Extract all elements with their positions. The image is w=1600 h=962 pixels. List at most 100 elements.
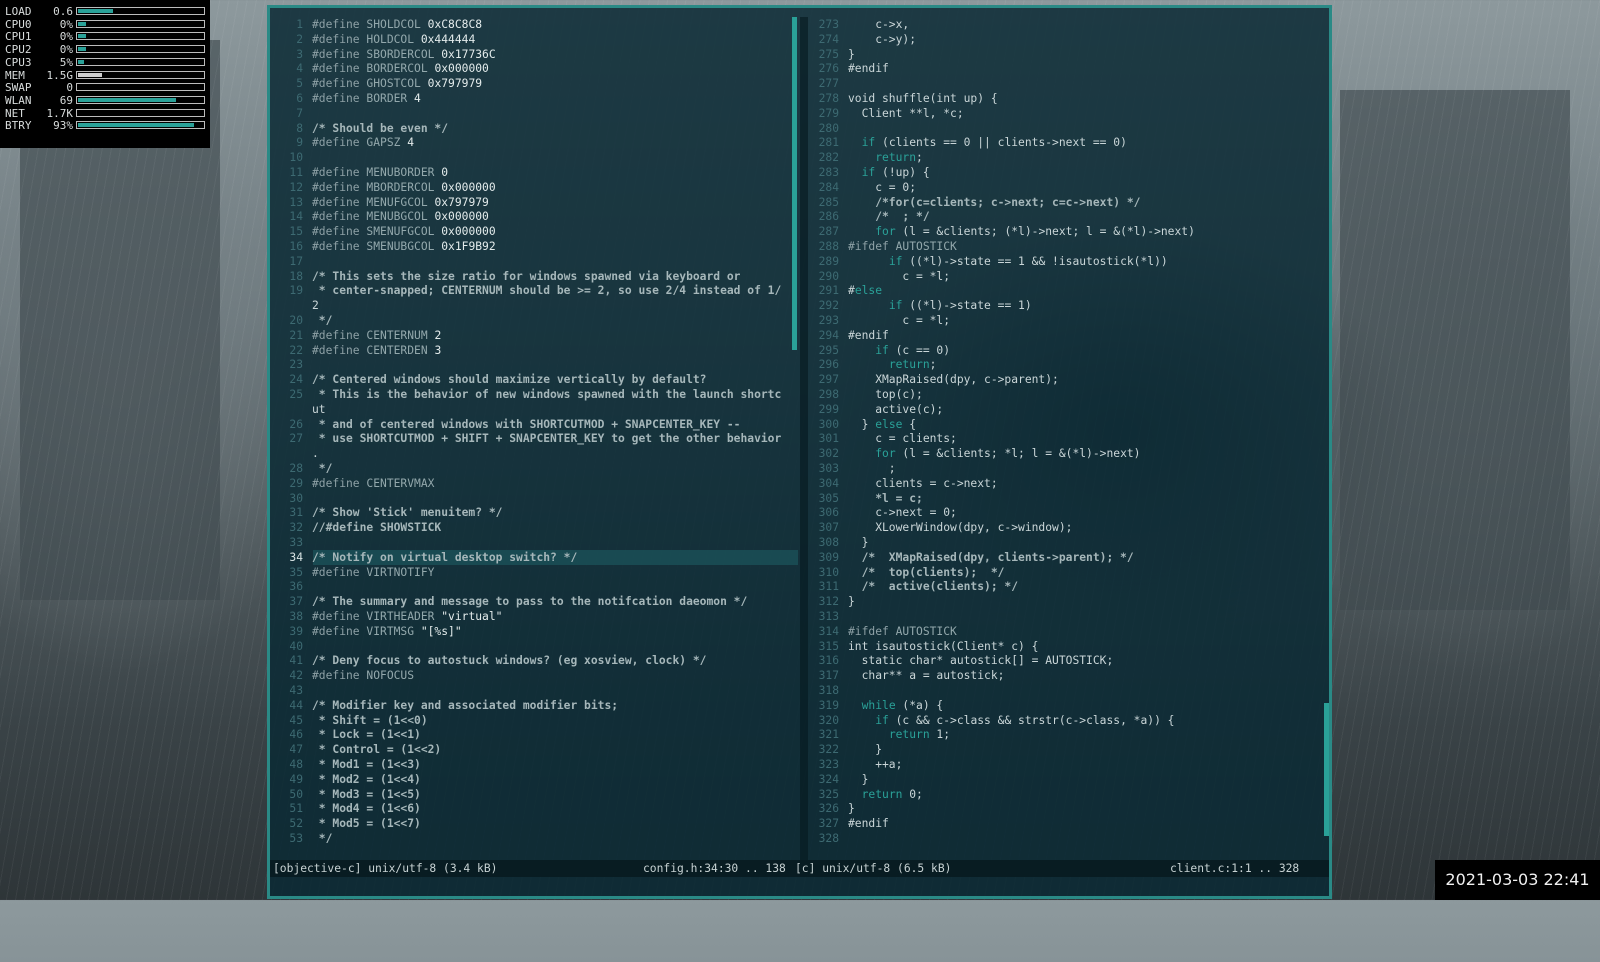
right-scrollbar[interactable] xyxy=(1324,703,1329,836)
left-code-line[interactable]: 38 #define VIRTHEADER "virtual" xyxy=(273,609,502,624)
left-code-line[interactable]: 32 //#define SHOWSTICK xyxy=(273,520,441,535)
right-code-line[interactable]: 320 if (c && c->class && strstr(c->class… xyxy=(809,713,1175,728)
right-code-line[interactable]: 282 return; xyxy=(809,150,923,165)
right-code-line[interactable]: 290 c = *l; xyxy=(809,269,950,284)
right-code-line[interactable]: 315 int isautostick(Client* c) { xyxy=(809,639,1039,654)
right-code-line[interactable]: 304 clients = c->next; xyxy=(809,476,998,491)
right-code-line[interactable]: 328 xyxy=(809,831,848,846)
left-code-line[interactable]: . xyxy=(273,446,319,461)
left-code-line[interactable]: 43 xyxy=(273,683,312,698)
left-code-line[interactable]: 40 xyxy=(273,639,312,654)
left-code-line[interactable]: 51 * Mod4 = (1<<6) xyxy=(273,801,420,816)
right-code-line[interactable]: 318 xyxy=(809,683,848,698)
right-code-line[interactable]: 291 #else xyxy=(809,283,882,298)
right-code-line[interactable]: 279 Client **l, *c; xyxy=(809,106,964,121)
right-code-line[interactable]: 287 for (l = &clients; (*l)->next; l = &… xyxy=(809,224,1195,239)
right-code-line[interactable]: 274 c->y); xyxy=(809,32,916,47)
right-code-line[interactable]: 306 c->next = 0; xyxy=(809,505,957,520)
right-code-line[interactable]: 289 if ((*l)->state == 1 && !isautostick… xyxy=(809,254,1168,269)
right-code-line[interactable]: 325 return 0; xyxy=(809,787,923,802)
right-code-line[interactable]: 327 #endif xyxy=(809,816,889,831)
right-code-line[interactable]: 286 /* ; */ xyxy=(809,209,930,224)
right-code-line[interactable]: 273 c->x, xyxy=(809,17,910,32)
right-code-line[interactable]: 295 if (c == 0) xyxy=(809,343,950,358)
right-code-line[interactable]: 312} xyxy=(809,594,855,609)
left-code-line[interactable]: 13 #define MENUFGCOL 0x797979 xyxy=(273,195,488,210)
right-code-line[interactable]: 296 return; xyxy=(809,357,937,372)
left-code-line[interactable]: 30 xyxy=(273,491,312,506)
right-code-line[interactable]: 275} xyxy=(809,47,855,62)
left-code-line[interactable]: 17 xyxy=(273,254,312,269)
left-code-line[interactable]: 28 */ xyxy=(273,461,332,476)
left-code-line[interactable]: 50 * Mod3 = (1<<5) xyxy=(273,787,420,802)
editor-window[interactable]: 1 #define SHOLDCOL 0xC8C8C8 2 #define HOLDC… xyxy=(267,5,1332,899)
right-code-line[interactable]: 314 #ifdef AUTOSTICK xyxy=(809,624,957,639)
right-code-line[interactable]: 288 #ifdef AUTOSTICK xyxy=(809,239,957,254)
right-code-line[interactable]: 323 ++a; xyxy=(809,757,903,772)
right-editor-pane[interactable]: 273 c->x, 274 c->y); 275} 276 #endif 277 278 vo… xyxy=(809,17,1333,860)
left-code-line[interactable]: 4 #define BORDERCOL 0x000000 xyxy=(273,61,489,76)
left-code-line[interactable]: 39 #define VIRTMSG "[%s]" xyxy=(273,624,461,639)
left-code-line[interactable]: 20 */ xyxy=(273,313,332,328)
left-code-line[interactable]: 18 /* This sets the size ratio for window… xyxy=(273,269,740,284)
left-code-line[interactable]: 52 * Mod5 = (1<<7) xyxy=(273,816,420,831)
left-code-line[interactable]: 11 #define MENUBORDER 0 xyxy=(273,165,448,180)
left-code-line[interactable]: 5 #define GHOSTCOL 0x797979 xyxy=(273,76,482,91)
left-code-line[interactable]: 41 /* Deny focus to autostuck windows? (e… xyxy=(273,653,706,668)
left-code-line[interactable]: 8 /* Should be even */ xyxy=(273,121,448,136)
left-code-line[interactable]: 27 * use SHORTCUTMOD + SHIFT + SNAPCENTE… xyxy=(273,431,781,446)
right-code-line[interactable]: 285 /*for(c=clients; c->next; c=c->next)… xyxy=(809,195,1141,210)
right-code-line[interactable]: 284 c = 0; xyxy=(809,180,916,195)
right-code-line[interactable]: 303 ; xyxy=(809,461,896,476)
left-code-line[interactable]: 49 * Mod2 = (1<<4) xyxy=(273,772,420,787)
right-code-line[interactable]: 297 XMapRaised(dpy, c->parent); xyxy=(809,372,1059,387)
right-code-line[interactable]: 278 void shuffle(int up) { xyxy=(809,91,998,106)
left-code-line[interactable]: 12 #define MBORDERCOL 0x000000 xyxy=(273,180,495,195)
left-code-line[interactable]: 33 xyxy=(273,535,312,550)
left-scrollbar[interactable] xyxy=(792,17,797,350)
left-code-line[interactable]: 10 xyxy=(273,150,312,165)
right-code-line[interactable]: 302 for (l = &clients; *l; l = &(*l)->ne… xyxy=(809,446,1141,461)
left-code-line[interactable]: 29 #define CENTERVMAX xyxy=(273,476,434,491)
left-code-line[interactable]: 47 * Control = (1<<2) xyxy=(273,742,441,757)
right-code-line[interactable]: 283 if (!up) { xyxy=(809,165,930,180)
left-code-line[interactable]: 46 * Lock = (1<<1) xyxy=(273,727,420,742)
right-code-line[interactable]: 277 xyxy=(809,76,848,91)
left-code-line[interactable]: 9 #define GAPSZ 4 xyxy=(273,135,414,150)
right-code-line[interactable]: 310 /* top(clients); */ xyxy=(809,565,1005,580)
left-code-line[interactable]: 19 * center-snapped; CENTERNUM should be… xyxy=(273,283,781,298)
left-code-line[interactable]: 25 * This is the behavior of new windows… xyxy=(273,387,781,402)
left-code-line[interactable]: 31 /* Show 'Stick' menuitem? */ xyxy=(273,505,502,520)
left-code-line[interactable]: 16 #define SMENUBGCOL 0x1F9B92 xyxy=(273,239,495,254)
left-code-line[interactable]: 7 xyxy=(273,106,312,121)
left-code-line[interactable]: 21 #define CENTERNUM 2 xyxy=(273,328,441,343)
left-code-line[interactable]: 23 xyxy=(273,357,312,372)
right-code-line[interactable]: 316 static char* autostick[] = AUTOSTICK… xyxy=(809,653,1114,668)
right-code-line[interactable]: 293 c = *l; xyxy=(809,313,950,328)
left-editor-pane[interactable]: 1 #define SHOLDCOL 0xC8C8C8 2 #define HOLDC… xyxy=(273,17,798,860)
left-code-line[interactable]: 42 #define NOFOCUS xyxy=(273,668,414,683)
right-code-line[interactable]: 313 xyxy=(809,609,848,624)
right-code-line[interactable]: 317 char** a = autostick; xyxy=(809,668,1005,683)
right-code-line[interactable]: 280 xyxy=(809,121,848,136)
left-code-line[interactable]: 35 #define VIRTNOTIFY xyxy=(273,565,434,580)
left-code-line[interactable]: 6 #define BORDER 4 xyxy=(273,91,421,106)
right-code-line[interactable]: 307 XLowerWindow(dpy, c->window); xyxy=(809,520,1073,535)
right-code-line[interactable]: 324 } xyxy=(809,772,869,787)
left-code-line[interactable]: 37 /* The summary and message to pass to … xyxy=(273,594,747,609)
right-code-line[interactable]: 301 c = clients; xyxy=(809,431,957,446)
right-code-line[interactable]: 322 } xyxy=(809,742,882,757)
right-code-line[interactable]: 299 active(c); xyxy=(809,402,944,417)
left-code-line[interactable]: 2 #define HOLDCOL 0x444444 xyxy=(273,32,475,47)
left-code-line[interactable]: 48 * Mod1 = (1<<3) xyxy=(273,757,420,772)
right-code-line[interactable]: 308 } xyxy=(809,535,869,550)
left-code-line[interactable]: 44 /* Modifier key and associated modifie… xyxy=(273,698,618,713)
left-code-line[interactable]: 36 xyxy=(273,579,312,594)
right-code-line[interactable]: 292 if ((*l)->state == 1) xyxy=(809,298,1032,313)
right-code-line[interactable]: 298 top(c); xyxy=(809,387,923,402)
right-code-line[interactable]: 321 return 1; xyxy=(809,727,950,742)
left-code-line[interactable]: 26 * and of centered windows with SHORTC… xyxy=(273,417,740,432)
left-code-line[interactable]: 45 * Shift = (1<<0) xyxy=(273,713,427,728)
left-code-line[interactable]: 34 /* Notify on virtual desktop switch? *… xyxy=(273,550,577,565)
left-code-line[interactable]: 2 xyxy=(273,298,319,313)
